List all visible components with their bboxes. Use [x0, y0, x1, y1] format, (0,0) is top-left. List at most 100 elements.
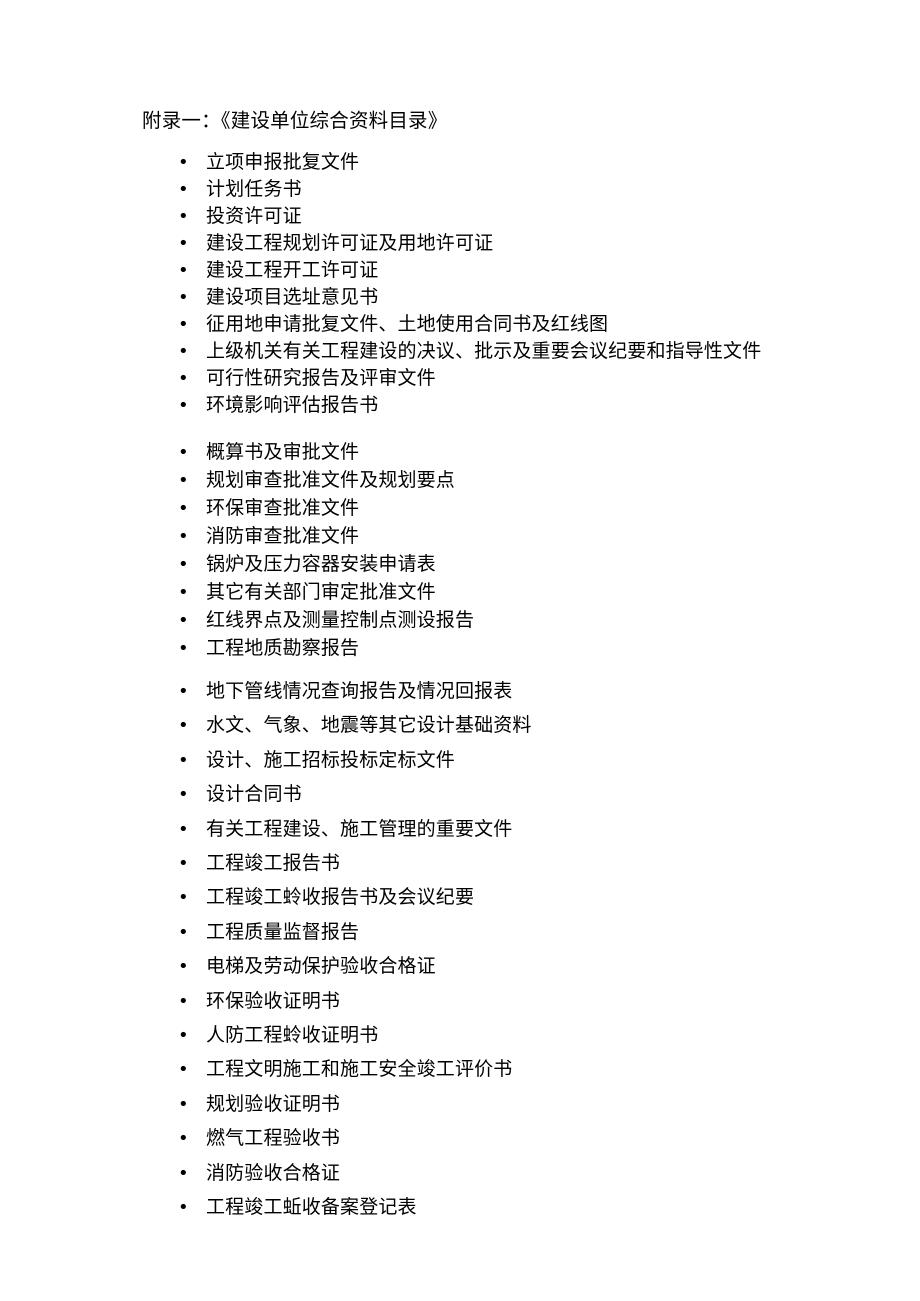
bullet-point-icon: • [178, 314, 189, 335]
list-item-label: 消防验收合格证 [206, 1161, 341, 1184]
list-item-label: 立项申报批复文件 [206, 151, 360, 173]
bullet-point-icon: • [178, 368, 189, 389]
list-item-label: 规划审查批准文件及规划要点 [206, 469, 455, 491]
list-item-label: 消防审查批准文件 [206, 525, 360, 547]
list-item: • 上级机关有关工程建设的决议、批示及重要会议纪要和指导性文件 [178, 342, 761, 361]
list-item-label: 工程文明施工和施工安全竣工评价书 [206, 1058, 513, 1081]
list-item: • 其它有关部门审定批准文件 [178, 583, 436, 602]
bullet-point-icon: • [178, 990, 189, 1012]
list-item: • 环境影响评估报告书 [178, 396, 378, 415]
list-item: • 电梯及劳动保护验收合格证 [178, 957, 436, 976]
document-page: 附录一：《建设单位综合资料目录》 • 立项申报批复文件 • 计划任务书 • 投资许可证 • 建… [0, 0, 920, 1301]
page-title: 附录一：《建设单位综合资料目录》 [142, 109, 448, 132]
bullet-point-icon: • [178, 853, 189, 874]
bullet-point-icon: • [178, 1162, 189, 1184]
bullet-point-icon: • [178, 442, 189, 463]
list-item: • 工程文明施工和施工安全竣工评价书 [178, 1060, 512, 1079]
list-item: • 设计合同书 [178, 785, 302, 804]
list-item: • 人防工程蛉收证明书 [178, 1026, 378, 1045]
bullet-point-icon: • [178, 749, 189, 771]
list-item-label: 环保审查批准文件 [206, 497, 360, 519]
list-item: • 工程竣工蚯收备案登记表 [178, 1198, 417, 1217]
list-item-label: 电梯及劳动保护验收合格证 [206, 955, 436, 978]
list-item: • 消防审查批准文件 [178, 527, 359, 546]
list-item-label: 征用地申请批复文件、土地使用合同书及红线图 [206, 313, 609, 335]
list-item-label: 设计、施工招标投标定标文件 [206, 748, 455, 771]
list-item: • 地下管线情况查询报告及情况回报表 [178, 682, 512, 701]
list-item-label: 其它有关部门审定批准文件 [206, 581, 436, 603]
list-item-label: 计划任务书 [206, 178, 302, 200]
bullet-point-icon: • [178, 260, 189, 281]
list-item-label: 工程竣工蛉收报告书及会议纪要 [206, 886, 475, 909]
bullet-point-icon: • [178, 206, 189, 227]
bullet-point-icon: • [178, 784, 189, 806]
bullet-point-icon: • [178, 152, 189, 173]
bullet-point-icon: • [178, 526, 189, 547]
list-item-label: 环境影响评估报告书 [206, 394, 379, 416]
bullet-point-icon: • [178, 395, 189, 416]
list-item-label: 上级机关有关工程建设的决议、批示及重要会议纪要和指导性文件 [206, 340, 762, 362]
list-item: • 锅炉及压力容器安装申请表 [178, 555, 436, 574]
list-item-label: 人防工程蛉收证明书 [206, 1024, 379, 1046]
list-item-label: 概算书及审批文件 [206, 441, 360, 463]
list-item: • 投资许可证 [178, 207, 302, 226]
bullet-point-icon: • [178, 887, 189, 909]
list-item-label: 投资许可证 [206, 205, 302, 227]
bullet-point-icon: • [178, 179, 189, 200]
list-item: • 工程地质勘察报告 [178, 639, 359, 658]
bullet-point-icon: • [178, 1197, 189, 1218]
bullet-point-icon: • [178, 921, 189, 943]
bullet-point-icon: • [178, 341, 189, 362]
list-item: • 燃气工程验收书 [178, 1129, 340, 1148]
bullet-point-icon: • [178, 470, 189, 491]
list-item: • 水文、气象、地震等其它设计基础资料 [178, 716, 532, 735]
list-item-label: 地下管线情况查询报告及情况回报表 [206, 680, 513, 702]
list-item: • 征用地申请批复文件、土地使用合同书及红线图 [178, 315, 608, 334]
list-item: • 立项申报批复文件 [178, 153, 359, 172]
list-item: • 建设工程开工许可证 [178, 261, 378, 280]
list-item: • 红线界点及测量控制点测设报告 [178, 611, 474, 630]
bullet-point-icon: • [178, 1025, 189, 1046]
list-item-label: 规划验收证明书 [206, 1092, 341, 1115]
list-item-label: 红线界点及测量控制点测设报告 [206, 609, 475, 631]
list-item: • 概算书及审批文件 [178, 443, 359, 462]
list-item-label: 工程竣工报告书 [206, 852, 341, 874]
bullet-point-icon: • [178, 1128, 189, 1150]
list-item: • 工程质量监督报告 [178, 920, 360, 943]
bullet-point-icon: • [178, 498, 189, 519]
list-item-label: 锅炉及压力容器安装申请表 [206, 553, 436, 575]
list-item: • 环保审查批准文件 [178, 499, 359, 518]
list-item: • 工程竣工蛉收报告书及会议纪要 [178, 888, 474, 907]
list-item: • 建设工程规划许可证及用地许可证 [178, 234, 493, 253]
list-item: • 规划审查批准文件及规划要点 [178, 471, 455, 490]
list-item-label: 工程质量监督报告 [206, 920, 360, 943]
list-item: • 可行性研究报告及评审文件 [178, 369, 436, 388]
list-item: • 有关工程建设、施工管理的重要文件 [178, 817, 513, 840]
bullet-point-icon: • [178, 233, 189, 254]
list-item-label: 水文、气象、地震等其它设计基础资料 [206, 714, 532, 737]
list-item: • 环保验收证明书 [178, 990, 340, 1012]
bullet-point-icon: • [178, 287, 189, 308]
list-item-label: 有关工程建设、施工管理的重要文件 [206, 817, 513, 840]
list-item: • 计划任务书 [178, 180, 302, 199]
list-item: • 规划验收证明书 [178, 1092, 341, 1115]
bullet-point-icon: • [178, 638, 189, 659]
bullet-point-icon: • [178, 610, 189, 631]
bullet-point-icon: • [178, 715, 189, 737]
list-item-label: 燃气工程验收书 [206, 1127, 341, 1150]
list-item-label: 工程地质勘察报告 [206, 637, 360, 659]
list-item-label: 建设项目选址意见书 [206, 286, 379, 308]
list-item: • 工程竣工报告书 [178, 854, 340, 873]
bullet-point-icon: • [178, 1093, 189, 1115]
bullet-point-icon: • [178, 681, 189, 702]
bullet-point-icon: • [178, 554, 189, 575]
list-item-label: 建设工程规划许可证及用地许可证 [206, 232, 494, 254]
list-item-label: 工程竣工蚯收备案登记表 [206, 1196, 417, 1218]
bullet-point-icon: • [178, 582, 189, 603]
list-item-label: 可行性研究报告及评审文件 [206, 367, 436, 389]
list-item-label: 设计合同书 [206, 783, 302, 806]
bullet-point-icon: • [178, 1059, 189, 1081]
bullet-point-icon: • [178, 956, 189, 978]
list-item-label: 建设工程开工许可证 [206, 259, 379, 281]
list-item: • 消防验收合格证 [178, 1161, 341, 1184]
